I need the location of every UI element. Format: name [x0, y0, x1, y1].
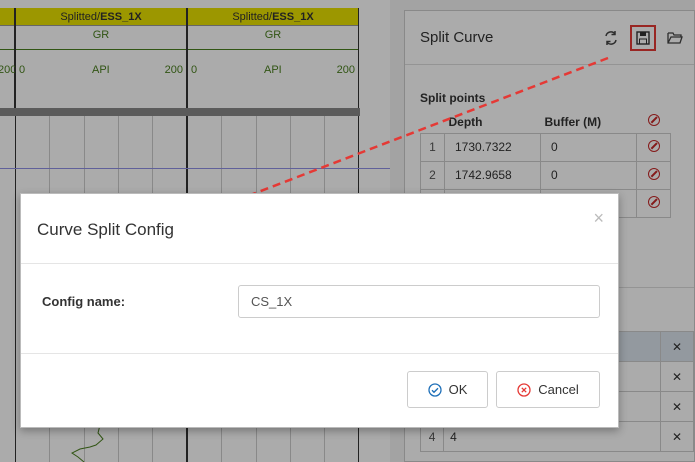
cancel-circle-icon	[517, 382, 531, 397]
dialog-body: Config name:	[21, 264, 618, 354]
dialog-title: Curve Split Config	[37, 220, 175, 239]
curve-split-config-dialog: Curve Split Config × Config name: OK Can…	[20, 193, 619, 428]
config-name-input[interactable]	[238, 285, 600, 318]
ok-button[interactable]: OK	[407, 371, 488, 408]
cancel-button[interactable]: Cancel	[496, 371, 600, 408]
close-icon[interactable]: ×	[593, 208, 604, 229]
dialog-header: Curve Split Config ×	[21, 194, 618, 264]
ok-label: OK	[448, 382, 468, 397]
dialog-footer: OK Cancel	[21, 354, 618, 428]
check-circle-icon	[427, 382, 442, 397]
cancel-label: Cancel	[538, 382, 579, 397]
config-name-label: Config name:	[42, 294, 126, 309]
